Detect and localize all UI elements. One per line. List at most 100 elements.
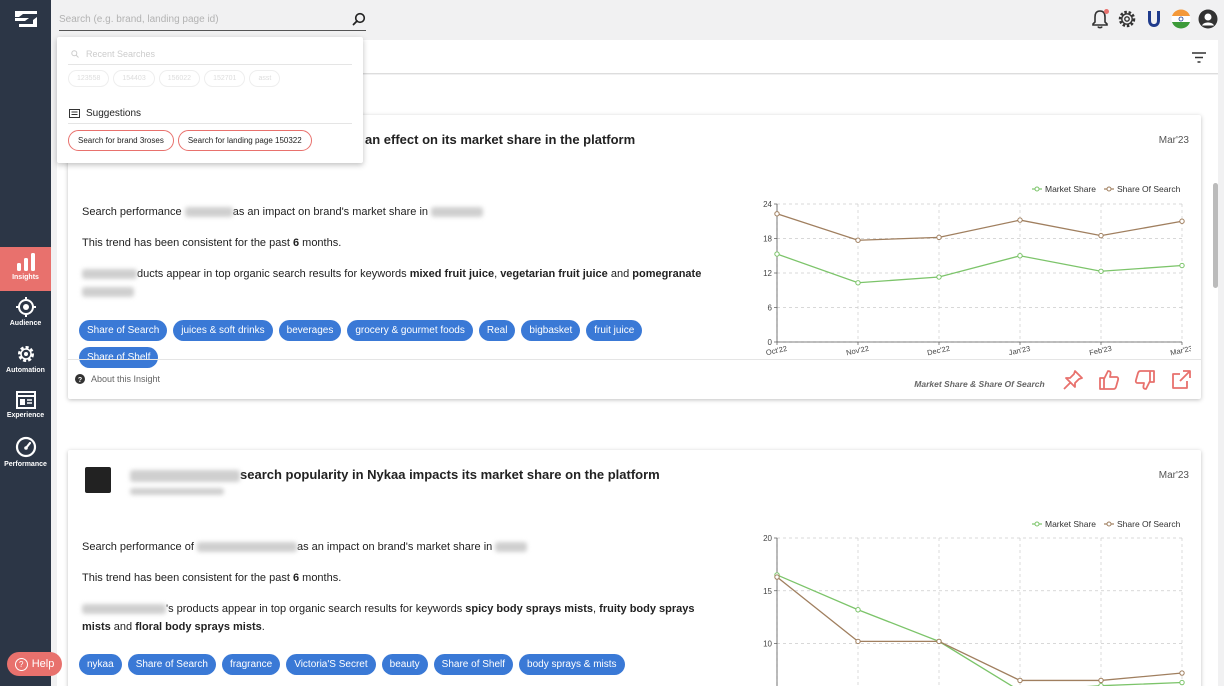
company-logo[interactable] [1143,8,1165,30]
insight-card: search popularity in Nykaa impacts its m… [68,450,1201,686]
insight-paragraph: Search performance as an impact on brand… [82,203,722,221]
data-point [774,574,780,580]
about-insight-link[interactable]: ? About this Insight [75,374,160,384]
notification-button[interactable] [1089,8,1111,30]
legend-marker [1106,521,1112,527]
tag-chip[interactable]: Victoria'S Secret [286,654,376,675]
external-link-icon[interactable] [1169,368,1193,392]
series-line [776,253,1183,284]
tag-chip[interactable]: beauty [381,654,428,675]
suggestion-chip[interactable]: Search for brand 3roses [68,130,174,151]
insight-actions [1061,368,1193,392]
series-line [776,576,1183,682]
tag-chip[interactable]: fruit juice [586,320,643,341]
series-line [776,213,1183,241]
tag-chip[interactable]: Share of Search [127,654,216,675]
data-point [1017,677,1023,684]
redacted-subtitle [130,488,224,495]
country-selector[interactable] [1170,8,1192,30]
paragraph-text: as an impact on brand's market share in [232,206,432,218]
top-bar [51,0,1224,40]
tag-chip[interactable]: bigbasket [521,320,581,341]
recent-search-chip[interactable]: 154403 [113,70,155,87]
tag-chip[interactable]: fragrance [221,654,281,675]
tag-chip[interactable]: Share of Shelf [433,654,514,675]
sidebar-item-audience[interactable]: Audience [0,297,51,327]
y-tick-label: 15 [763,587,772,596]
brand-logo-icon[interactable] [13,8,39,30]
sidebar-item-automation[interactable]: Automation [0,344,51,374]
sidebar-item-insights[interactable]: Insights [0,247,51,291]
data-point [1098,268,1104,274]
user-profile-button[interactable] [1197,8,1219,30]
recent-search-chip[interactable]: 123558 [68,70,110,87]
search-icon[interactable] [352,12,366,26]
data-point [1179,262,1185,269]
data-point [855,280,861,286]
sidebar-item-label: Automation [6,367,45,374]
gear-icon [17,346,34,362]
x-tick-label: Feb'23 [1088,344,1112,358]
recent-search-chip[interactable]: asst [249,70,281,87]
keyword: mixed fruit juice [409,268,495,280]
company-logo-icon [1148,11,1160,27]
redacted-text [82,269,137,280]
browser-icon [15,391,36,409]
settings-button[interactable] [1116,8,1138,30]
tag-chip[interactable]: body sprays & mists [519,654,625,675]
help-button[interactable]: ? Help [7,652,62,676]
filter-icon[interactable] [1192,52,1206,63]
tag-chip[interactable]: Real [478,320,516,341]
legend-item: Share Of Search [1104,184,1181,194]
x-tick-label: Nov'22 [845,344,869,358]
insight-footer: ? About this Insight [68,359,1201,399]
scrollbar[interactable] [1213,183,1218,288]
redacted-text [130,469,240,482]
insight-paragraph: ducts appear in top organic search resul… [82,265,722,301]
keyword: vegetarian fruit juice [500,268,608,280]
sidebar-item-label: Experience [6,412,45,419]
separator: and [110,621,136,633]
gear-icon [1118,10,1136,28]
about-label: About this Insight [91,374,161,384]
paragraph-text: This trend has been consistent for the p… [82,572,293,584]
legend-item: Market Share [1032,519,1096,529]
paragraph-text: 's products appear in top organic search… [166,603,466,615]
thumbs-up-icon[interactable] [1097,368,1121,392]
tag-chip[interactable]: nykaa [79,654,122,675]
recent-search-chip[interactable]: 156022 [158,70,201,87]
tag-chip[interactable]: Share of Search [79,320,168,341]
recent-searches-header: Recent Searches [71,49,155,59]
x-tick-label: Jan'23 [1008,344,1031,357]
suggestions-list: Search for brand 3roses Search for landi… [68,130,312,151]
thumbs-down-icon[interactable] [1133,368,1157,392]
data-point [855,237,861,243]
suggestion-chip[interactable]: Search for landing page 150322 [177,130,312,151]
tag-chip[interactable]: beverages [278,320,342,341]
redacted-text [184,207,233,218]
target-icon [15,297,36,317]
insight-paragraph: This trend has been consistent for the p… [82,234,722,252]
divider [68,64,352,65]
recent-search-chip[interactable]: 152701 [204,70,246,87]
search-bar [59,9,366,31]
data-point [774,211,780,217]
insight-paragraph: Search performance of as an impact on br… [82,538,722,556]
search-input[interactable] [59,9,339,30]
sidebar-item-performance[interactable]: Performance [0,436,51,468]
paragraph-text: months. [299,572,342,584]
pin-icon[interactable] [1061,368,1085,392]
sidebar-item-experience[interactable]: Experience [0,391,51,419]
search-icon [71,50,79,58]
tag-chip[interactable]: grocery & gourmet foods [347,320,473,341]
legend-item: Market Share [1032,184,1096,194]
tag-list: nykaa Share of Search fragrance Victoria… [79,654,719,675]
data-point [1098,232,1104,239]
tag-chip[interactable]: juices & soft drinks [173,320,273,341]
legend-label: Market Share [1045,184,1096,194]
redacted-text [82,604,166,615]
insight-paragraph: This trend has been consistent for the p… [82,569,722,587]
separator: . [261,621,265,633]
top-icons [1089,8,1219,30]
divider [68,123,352,124]
